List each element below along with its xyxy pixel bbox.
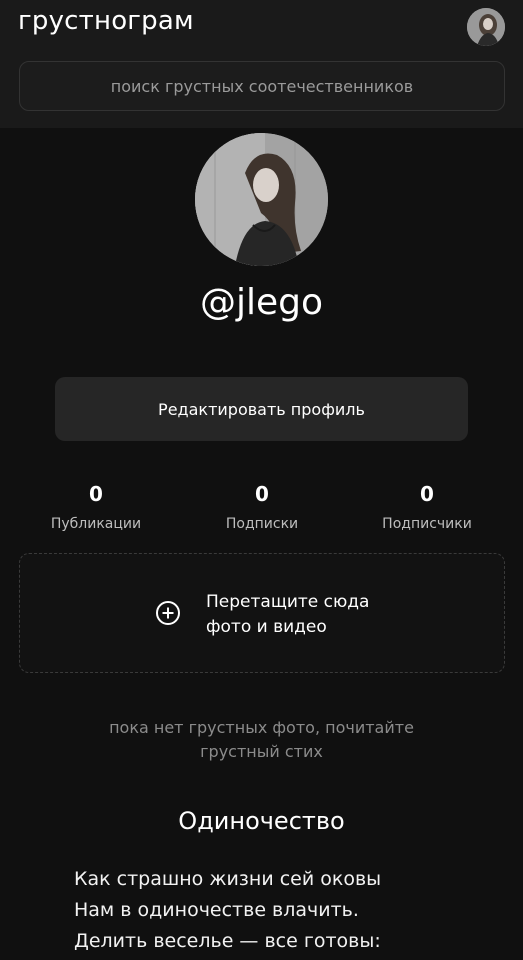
stat-value: 0 bbox=[420, 482, 434, 506]
dropzone-line-2: фото и видео bbox=[206, 617, 327, 637]
empty-state-note: пока нет грустных фото, почитайте грустн… bbox=[0, 716, 523, 764]
profile-photo-icon bbox=[195, 133, 328, 266]
empty-state-line-1: пока нет грустных фото, почитайте bbox=[109, 718, 414, 737]
stat-value: 0 bbox=[89, 482, 103, 506]
poem-body: Как страшно жизни сей оковы Нам в одиноч… bbox=[74, 864, 381, 957]
poem-title: Одиночество bbox=[178, 807, 345, 835]
stat-label: Публикации bbox=[50, 516, 142, 532]
poem-line: Нам в одиночестве влачить. bbox=[74, 899, 359, 921]
profile-photo[interactable] bbox=[195, 133, 328, 266]
header-avatar[interactable] bbox=[467, 8, 505, 46]
dropzone-line-1: Перетащите сюда bbox=[206, 592, 370, 612]
profile-username: @jlego bbox=[199, 282, 324, 323]
stat-publications[interactable]: 0 Публикации bbox=[21, 482, 171, 532]
stat-value: 0 bbox=[255, 482, 269, 506]
search-bar[interactable] bbox=[19, 61, 505, 111]
empty-state-line-2: грустный стих bbox=[200, 742, 323, 761]
app-title: грустнограм bbox=[18, 6, 194, 36]
poem-line: Как страшно жизни сей оковы bbox=[74, 868, 382, 890]
stat-label: Подписчики bbox=[382, 516, 472, 532]
stat-followers[interactable]: 0 Подписчики bbox=[352, 482, 502, 532]
stat-label: Подписки bbox=[225, 516, 299, 532]
avatar-photo-icon bbox=[467, 8, 505, 46]
app-root: грустнограм @jlego Редактирова bbox=[0, 0, 523, 960]
plus-circle-icon[interactable] bbox=[155, 600, 181, 626]
header: грустнограм bbox=[0, 0, 523, 128]
stat-following[interactable]: 0 Подписки bbox=[187, 482, 337, 532]
dropzone-text: Перетащите сюда фото и видео bbox=[206, 590, 369, 640]
search-input[interactable] bbox=[20, 62, 504, 110]
edit-profile-button[interactable]: Редактировать профиль bbox=[55, 377, 468, 441]
poem-line: Делить веселье — все готовы: bbox=[74, 930, 381, 952]
